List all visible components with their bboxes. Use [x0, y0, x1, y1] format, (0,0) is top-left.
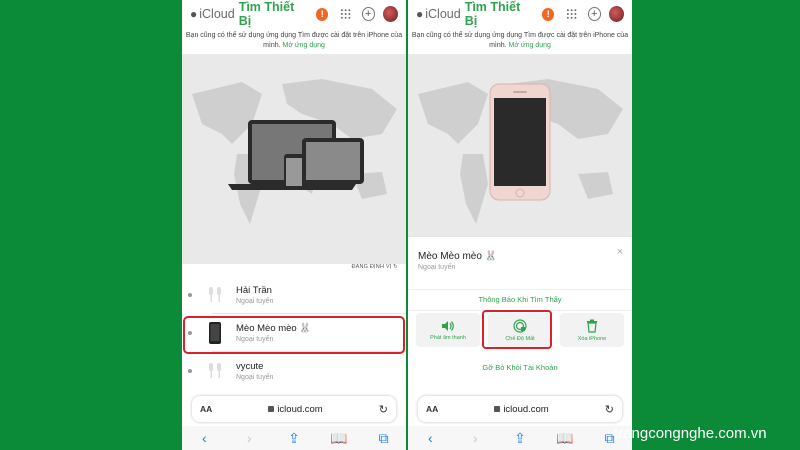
watermark: trangcongnghe.com.vn	[614, 425, 767, 442]
alert-icon[interactable]: !	[542, 7, 555, 21]
reader-options-button[interactable]: AA	[200, 404, 212, 414]
browser-toolbar: ‹ › ⇪ 📖 ⧉	[408, 426, 632, 450]
lock-icon	[268, 405, 275, 412]
reload-icon[interactable]: ↻	[379, 403, 388, 416]
share-icon[interactable]: ⇪	[510, 431, 530, 445]
brand-label: iCloud	[199, 7, 235, 21]
top-bar: ● iCloud Tìm Thiết Bị ! +	[408, 0, 632, 28]
avatar[interactable]	[382, 6, 398, 22]
add-icon[interactable]: +	[587, 7, 601, 21]
bookmarks-icon[interactable]: 📖	[555, 431, 575, 445]
top-bar: ● iCloud Tìm Thiết Bị ! +	[182, 0, 406, 28]
tabs-icon[interactable]: ⧉	[374, 431, 394, 445]
apps-grid-icon[interactable]	[340, 8, 351, 20]
speaker-icon	[442, 320, 454, 331]
apps-grid-icon[interactable]	[566, 8, 577, 20]
apple-icon: ●	[190, 7, 198, 21]
erase-iphone-button[interactable]: Xóa iPhone	[560, 313, 624, 347]
device-status: Ngoại tuyến	[418, 264, 456, 271]
lock-icon	[494, 405, 501, 412]
remove-from-account-button[interactable]: Gỡ Bỏ Khỏi Tài Khoản	[408, 363, 632, 372]
bookmarks-icon[interactable]: 📖	[329, 431, 349, 445]
add-icon[interactable]: +	[361, 7, 375, 21]
airpods-icon	[204, 282, 226, 308]
action-label: Xóa iPhone	[577, 335, 607, 342]
device-status: Ngoại tuyến	[236, 298, 274, 305]
status-dot	[188, 293, 192, 297]
app-title: Tìm Thiết Bị	[238, 0, 295, 28]
phone-right: ● iCloud Tìm Thiết Bị ! + Bạn cũng có th…	[408, 0, 632, 450]
open-app-banner: Bạn cũng có thể sử dụng ứng dụng Tìm đượ…	[182, 28, 406, 54]
address-bar[interactable]: AA icloud.com ↻	[192, 396, 396, 422]
app-title: Tìm Thiết Bị	[464, 0, 521, 28]
phone-left: ● iCloud Tìm Thiết Bị ! + Bạn cũng có th…	[182, 0, 406, 450]
action-label: Phát âm thanh	[430, 334, 466, 341]
device-name: Hải Trần	[236, 285, 272, 296]
alert-icon[interactable]: !	[316, 7, 329, 21]
close-icon[interactable]: ×	[617, 246, 623, 258]
locating-label: ĐANG ĐỊNH VỊ ↻	[351, 264, 398, 270]
browser-toolbar: ‹ › ⇪ 📖 ⧉	[182, 426, 406, 450]
world-map	[182, 54, 406, 264]
brand-label: iCloud	[425, 7, 461, 21]
device-name: vycute	[236, 361, 264, 372]
trash-icon	[587, 319, 597, 333]
selected-device-highlight	[183, 316, 405, 354]
device-name: Mèo Mèo mèo 🐰	[418, 251, 498, 262]
url-text: icloud.com	[212, 404, 379, 415]
device-row[interactable]: vycute Ngoại tuyến	[182, 352, 406, 390]
airpods-icon	[204, 358, 226, 384]
url-text: icloud.com	[438, 404, 605, 415]
forward-icon[interactable]: ›	[465, 431, 485, 445]
iphone-illustration	[489, 83, 551, 201]
lost-mode-highlight	[482, 310, 552, 349]
play-sound-button[interactable]: Phát âm thanh	[416, 313, 480, 347]
apple-icon: ●	[416, 7, 424, 21]
open-app-link[interactable]: Mở ứng dụng	[509, 42, 551, 49]
device-row[interactable]: Hải Trần Ngoại tuyến	[182, 276, 406, 314]
device-list: Hải Trần Ngoại tuyến Mèo Mèo mèo 🐰 Ngoại…	[182, 276, 406, 390]
world-map	[408, 54, 632, 264]
forward-icon[interactable]: ›	[239, 431, 259, 445]
back-icon[interactable]: ‹	[420, 431, 440, 445]
notify-when-found-button[interactable]: Thông Báo Khi Tìm Thấy	[408, 289, 632, 311]
address-bar[interactable]: AA icloud.com ↻	[418, 396, 622, 422]
open-app-banner: Bạn cũng có thể sử dụng ứng dụng Tìm đượ…	[408, 28, 632, 54]
open-app-link[interactable]: Mở ứng dụng	[283, 42, 325, 49]
back-icon[interactable]: ‹	[194, 431, 214, 445]
share-icon[interactable]: ⇪	[284, 431, 304, 445]
devices-illustration	[228, 120, 364, 190]
reader-options-button[interactable]: AA	[426, 404, 438, 414]
device-status: Ngoại tuyến	[236, 374, 274, 381]
avatar[interactable]	[608, 6, 624, 22]
status-dot	[188, 369, 192, 373]
reload-icon[interactable]: ↻	[605, 403, 614, 416]
